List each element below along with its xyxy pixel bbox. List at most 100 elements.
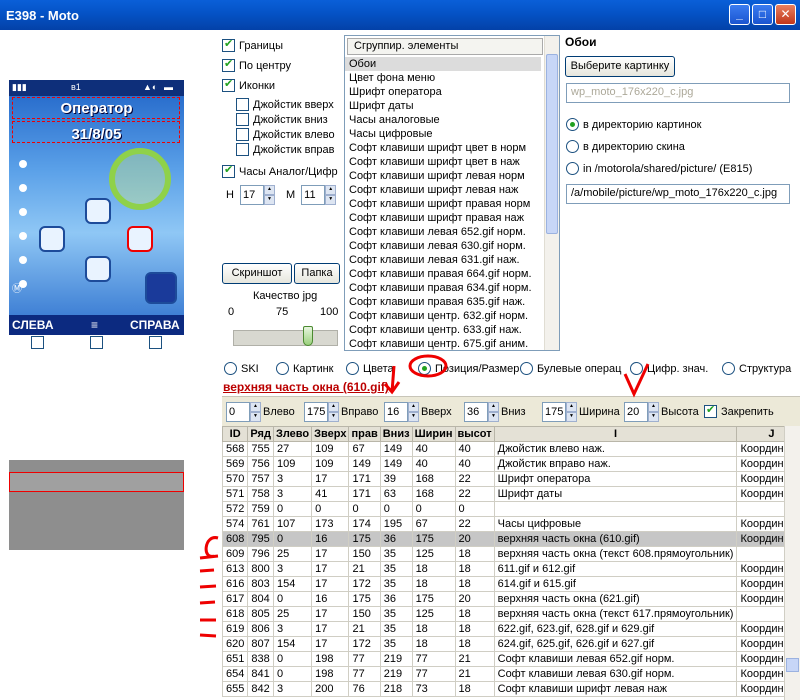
table-cell[interactable]: 218: [379, 681, 413, 697]
table-cell[interactable]: 22: [454, 486, 495, 502]
col-top-header[interactable]: Зверх: [311, 426, 350, 442]
table-cell[interactable]: 18: [454, 681, 495, 697]
table-cell[interactable]: 758: [247, 486, 274, 502]
images-dir-option[interactable]: в директорию картинок: [566, 118, 701, 131]
table-row[interactable]: 570 757 3 17 171 39 168 22 Шрифт оператора Коорди…: [222, 471, 800, 487]
table-cell[interactable]: 0: [311, 501, 350, 517]
joystick-down-option[interactable]: Джойстик вниз: [236, 113, 328, 126]
table-cell[interactable]: 175: [411, 591, 456, 607]
left-input[interactable]: [226, 402, 250, 422]
table-cell[interactable]: 17: [311, 621, 350, 637]
table-cell[interactable]: 0: [272, 531, 313, 547]
choose-image-button[interactable]: Выберите картинку: [565, 56, 675, 77]
width-up-icon[interactable]: ▲: [566, 402, 577, 412]
left-up-icon[interactable]: ▲: [250, 402, 261, 412]
table-cell[interactable]: 0: [272, 666, 313, 682]
table-cell[interactable]: 569: [222, 456, 249, 472]
table-cell[interactable]: 150: [348, 606, 381, 622]
table-cell[interactable]: 36: [379, 591, 413, 607]
table-cell[interactable]: 107: [272, 516, 313, 532]
tab-boolean[interactable]: Булевые операц: [520, 362, 621, 375]
quality-slider-thumb[interactable]: [303, 326, 313, 346]
list-item[interactable]: Софт клавиши центр. 633.gif наж.: [345, 323, 541, 337]
list-item[interactable]: Софт клавиши левая 631.gif наж.: [345, 253, 541, 267]
table-cell[interactable]: 0: [348, 501, 381, 517]
table-cell[interactable]: 0: [272, 501, 313, 517]
shared-dir-radio[interactable]: [566, 162, 579, 175]
table-cell[interactable]: 795: [247, 531, 274, 547]
table-cell[interactable]: 796: [247, 546, 274, 562]
borders-checkbox[interactable]: [222, 37, 235, 52]
table-cell[interactable]: 149: [379, 441, 413, 457]
table-cell[interactable]: 842: [247, 681, 274, 697]
table-cell[interactable]: 35: [379, 561, 413, 577]
height-up-icon[interactable]: ▲: [648, 402, 659, 412]
table-cell[interactable]: 0: [272, 651, 313, 667]
table-cell[interactable]: 150: [348, 546, 381, 562]
table-row[interactable]: 613 800 3 17 21 35 18 18 611.gif и 612.gif Коорди…: [222, 561, 800, 577]
table-cell[interactable]: 16: [311, 591, 350, 607]
right-softkey-checkbox[interactable]: [149, 336, 162, 349]
list-item[interactable]: Софт клавиши левая 630.gif норм.: [345, 239, 541, 253]
table-cell[interactable]: 806: [247, 621, 274, 637]
table-cell[interactable]: 17: [311, 561, 350, 577]
table-cell[interactable]: 22: [454, 471, 495, 487]
table-cell[interactable]: 41: [311, 486, 350, 502]
table-cell[interactable]: 27: [272, 441, 313, 457]
minute-up-icon[interactable]: ▲: [325, 185, 337, 195]
joystick-down-checkbox[interactable]: [236, 113, 249, 126]
list-item[interactable]: Софт клавиши центр. 632.gif норм.: [345, 309, 541, 323]
hour-down-icon[interactable]: ▼: [263, 195, 275, 205]
table-cell[interactable]: 654: [222, 666, 249, 682]
left-down-icon[interactable]: ▼: [250, 412, 261, 422]
height-down-icon[interactable]: ▼: [648, 412, 659, 422]
table-cell[interactable]: 149: [379, 456, 413, 472]
data-grid[interactable]: ID Ряд Злево Зверх прав Вниз Ширин высот…: [222, 426, 800, 700]
table-cell[interactable]: Джойстик влево наж.: [493, 441, 738, 457]
table-cell[interactable]: 175: [348, 531, 381, 547]
table-cell[interactable]: Шрифт даты: [493, 486, 738, 502]
table-cell[interactable]: 572: [222, 501, 249, 517]
table-cell[interactable]: 755: [247, 441, 274, 457]
skin-dir-option[interactable]: в директорию скина: [566, 140, 685, 153]
folder-button[interactable]: Папка: [294, 263, 340, 284]
table-cell[interactable]: 22: [454, 516, 495, 532]
minute-down-icon[interactable]: ▼: [325, 195, 337, 205]
wallpaper-filename-field[interactable]: wp_moto_176x220_c.jpg: [566, 83, 790, 103]
table-cell[interactable]: 125: [411, 546, 456, 562]
table-cell[interactable]: 40: [411, 456, 456, 472]
clock-option[interactable]: Часы Аналог/Цифр: [222, 163, 338, 178]
bottom-input[interactable]: [464, 402, 488, 422]
shared-dir-option[interactable]: in /motorola/shared/picture/ (E815): [566, 162, 752, 175]
table-cell[interactable]: верхняя часть окна (610.gif): [493, 531, 738, 547]
table-cell[interactable]: 200: [311, 681, 350, 697]
table-row[interactable]: 655 842 3 200 76 218 73 18 Софт клавиши шрифт ле…: [222, 681, 800, 697]
table-cell[interactable]: 571: [222, 486, 249, 502]
close-icon[interactable]: ✕: [775, 4, 796, 25]
table-cell[interactable]: 21: [348, 561, 381, 577]
table-cell[interactable]: 109: [311, 441, 350, 457]
list-item[interactable]: Софт клавиши шрифт левая наж: [345, 183, 541, 197]
table-cell[interactable]: Джойстик вправо наж.: [493, 456, 738, 472]
table-row[interactable]: 609 796 25 17 150 35 125 18 верхняя часть окна (…: [222, 546, 800, 562]
table-row[interactable]: 572 759 0 0 0 0 0 0: [222, 501, 800, 517]
table-cell[interactable]: 17: [311, 606, 350, 622]
table-cell[interactable]: 172: [348, 576, 381, 592]
table-cell[interactable]: 619: [222, 621, 249, 637]
list-item[interactable]: Софт клавиши шрифт правая норм: [345, 197, 541, 211]
table-cell[interactable]: 40: [454, 441, 495, 457]
top-spinner[interactable]: ▲▼ Вверх: [384, 402, 454, 422]
joystick-right-checkbox[interactable]: [236, 143, 249, 156]
list-item[interactable]: Софт клавиши левая 652.gif норм.: [345, 225, 541, 239]
list-item[interactable]: Софт клавиши центр. 675.gif аним.: [345, 337, 541, 350]
tab-digital-radio[interactable]: [630, 362, 643, 375]
list-item[interactable]: Шрифт оператора: [345, 85, 541, 99]
hour-up-icon[interactable]: ▲: [263, 185, 275, 195]
table-cell[interactable]: 67: [348, 441, 381, 457]
hour-input[interactable]: [239, 185, 264, 205]
tab-position-radio[interactable]: [418, 362, 431, 375]
table-cell[interactable]: 803: [247, 576, 274, 592]
right-up-icon[interactable]: ▲: [328, 402, 339, 412]
bottom-spinner[interactable]: ▲▼ Вниз: [464, 402, 528, 422]
right-spinner[interactable]: ▲▼ Вправо: [304, 402, 380, 422]
